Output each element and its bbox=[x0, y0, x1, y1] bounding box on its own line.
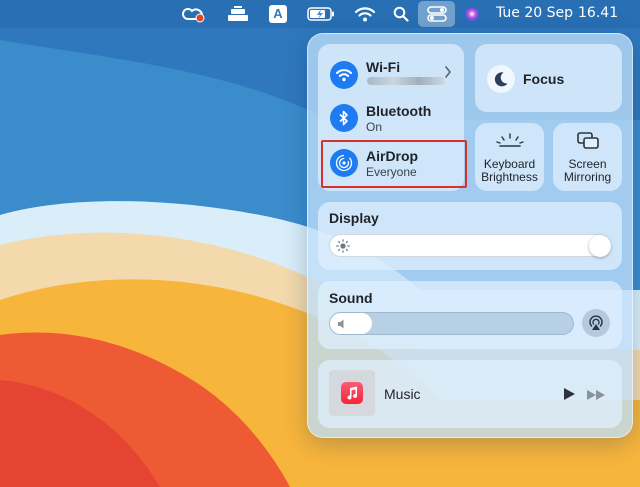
screen-mirroring-label-line2: Mirroring bbox=[563, 170, 612, 184]
bluetooth-status: On bbox=[366, 120, 383, 134]
music-title: Music bbox=[384, 386, 421, 402]
screen-mirroring-tile[interactable]: Screen Mirroring bbox=[553, 123, 622, 191]
play-icon bbox=[564, 388, 575, 400]
siri-icon[interactable] bbox=[462, 0, 482, 28]
bluetooth-toggle-icon[interactable] bbox=[330, 104, 358, 132]
wifi-tile[interactable]: Wi-Fi bbox=[320, 50, 462, 94]
sound-card: Sound bbox=[318, 281, 622, 349]
spotlight-icon[interactable] bbox=[392, 0, 410, 28]
menu-date: Tue 20 Sep bbox=[496, 5, 574, 21]
wifi-title: Wi-Fi bbox=[366, 59, 401, 75]
wifi-icon[interactable] bbox=[354, 0, 376, 28]
keyboard-brightness-icon bbox=[496, 132, 524, 153]
focus-title: Focus bbox=[523, 71, 565, 87]
control-center-icon[interactable] bbox=[418, 1, 455, 27]
next-track-button[interactable] bbox=[586, 388, 606, 406]
screen-mirroring-icon bbox=[577, 132, 599, 155]
display-title: Display bbox=[329, 210, 379, 226]
menu-bar: A Tue 20 Sep 16.41 bbox=[0, 0, 640, 28]
keyboard-brightness-label-line2: Brightness bbox=[481, 170, 538, 184]
music-app-icon bbox=[341, 382, 363, 404]
wifi-toggle-icon[interactable] bbox=[330, 61, 358, 89]
music-card[interactable]: Music bbox=[318, 360, 622, 428]
battery-icon[interactable] bbox=[306, 0, 336, 28]
display-slider-knob[interactable] bbox=[589, 235, 611, 257]
sound-volume-slider[interactable] bbox=[329, 312, 574, 335]
focus-icon-circle bbox=[487, 65, 515, 93]
focus-tile[interactable]: Focus bbox=[475, 44, 622, 112]
sound-title: Sound bbox=[329, 290, 373, 306]
display-brightness-slider[interactable] bbox=[329, 234, 611, 257]
keyboard-layout-icon[interactable] bbox=[225, 0, 251, 28]
creative-cloud-icon[interactable] bbox=[181, 0, 207, 28]
wifi-network-name-blurred bbox=[367, 77, 445, 85]
fast-forward-icon bbox=[587, 390, 605, 400]
menu-time: 16.41 bbox=[578, 5, 619, 21]
speaker-icon bbox=[336, 317, 350, 336]
input-source-letter: A bbox=[269, 5, 287, 23]
music-artwork bbox=[329, 370, 375, 416]
bluetooth-title: Bluetooth bbox=[366, 103, 432, 119]
sun-icon bbox=[336, 239, 350, 258]
input-source-icon[interactable]: A bbox=[268, 0, 288, 28]
airplay-audio-button[interactable] bbox=[582, 309, 610, 337]
keyboard-brightness-tile[interactable]: Keyboard Brightness bbox=[475, 123, 544, 191]
menu-clock[interactable]: Tue 20 Sep 16.41 bbox=[496, 5, 618, 21]
bluetooth-tile[interactable]: Bluetooth On bbox=[320, 96, 462, 140]
play-button[interactable] bbox=[562, 387, 576, 406]
moon-icon bbox=[494, 72, 508, 87]
airplay-audio-icon bbox=[589, 315, 603, 330]
airdrop-highlight-box bbox=[321, 140, 467, 188]
display-card: Display bbox=[318, 202, 622, 270]
chevron-right-icon[interactable] bbox=[444, 65, 452, 83]
